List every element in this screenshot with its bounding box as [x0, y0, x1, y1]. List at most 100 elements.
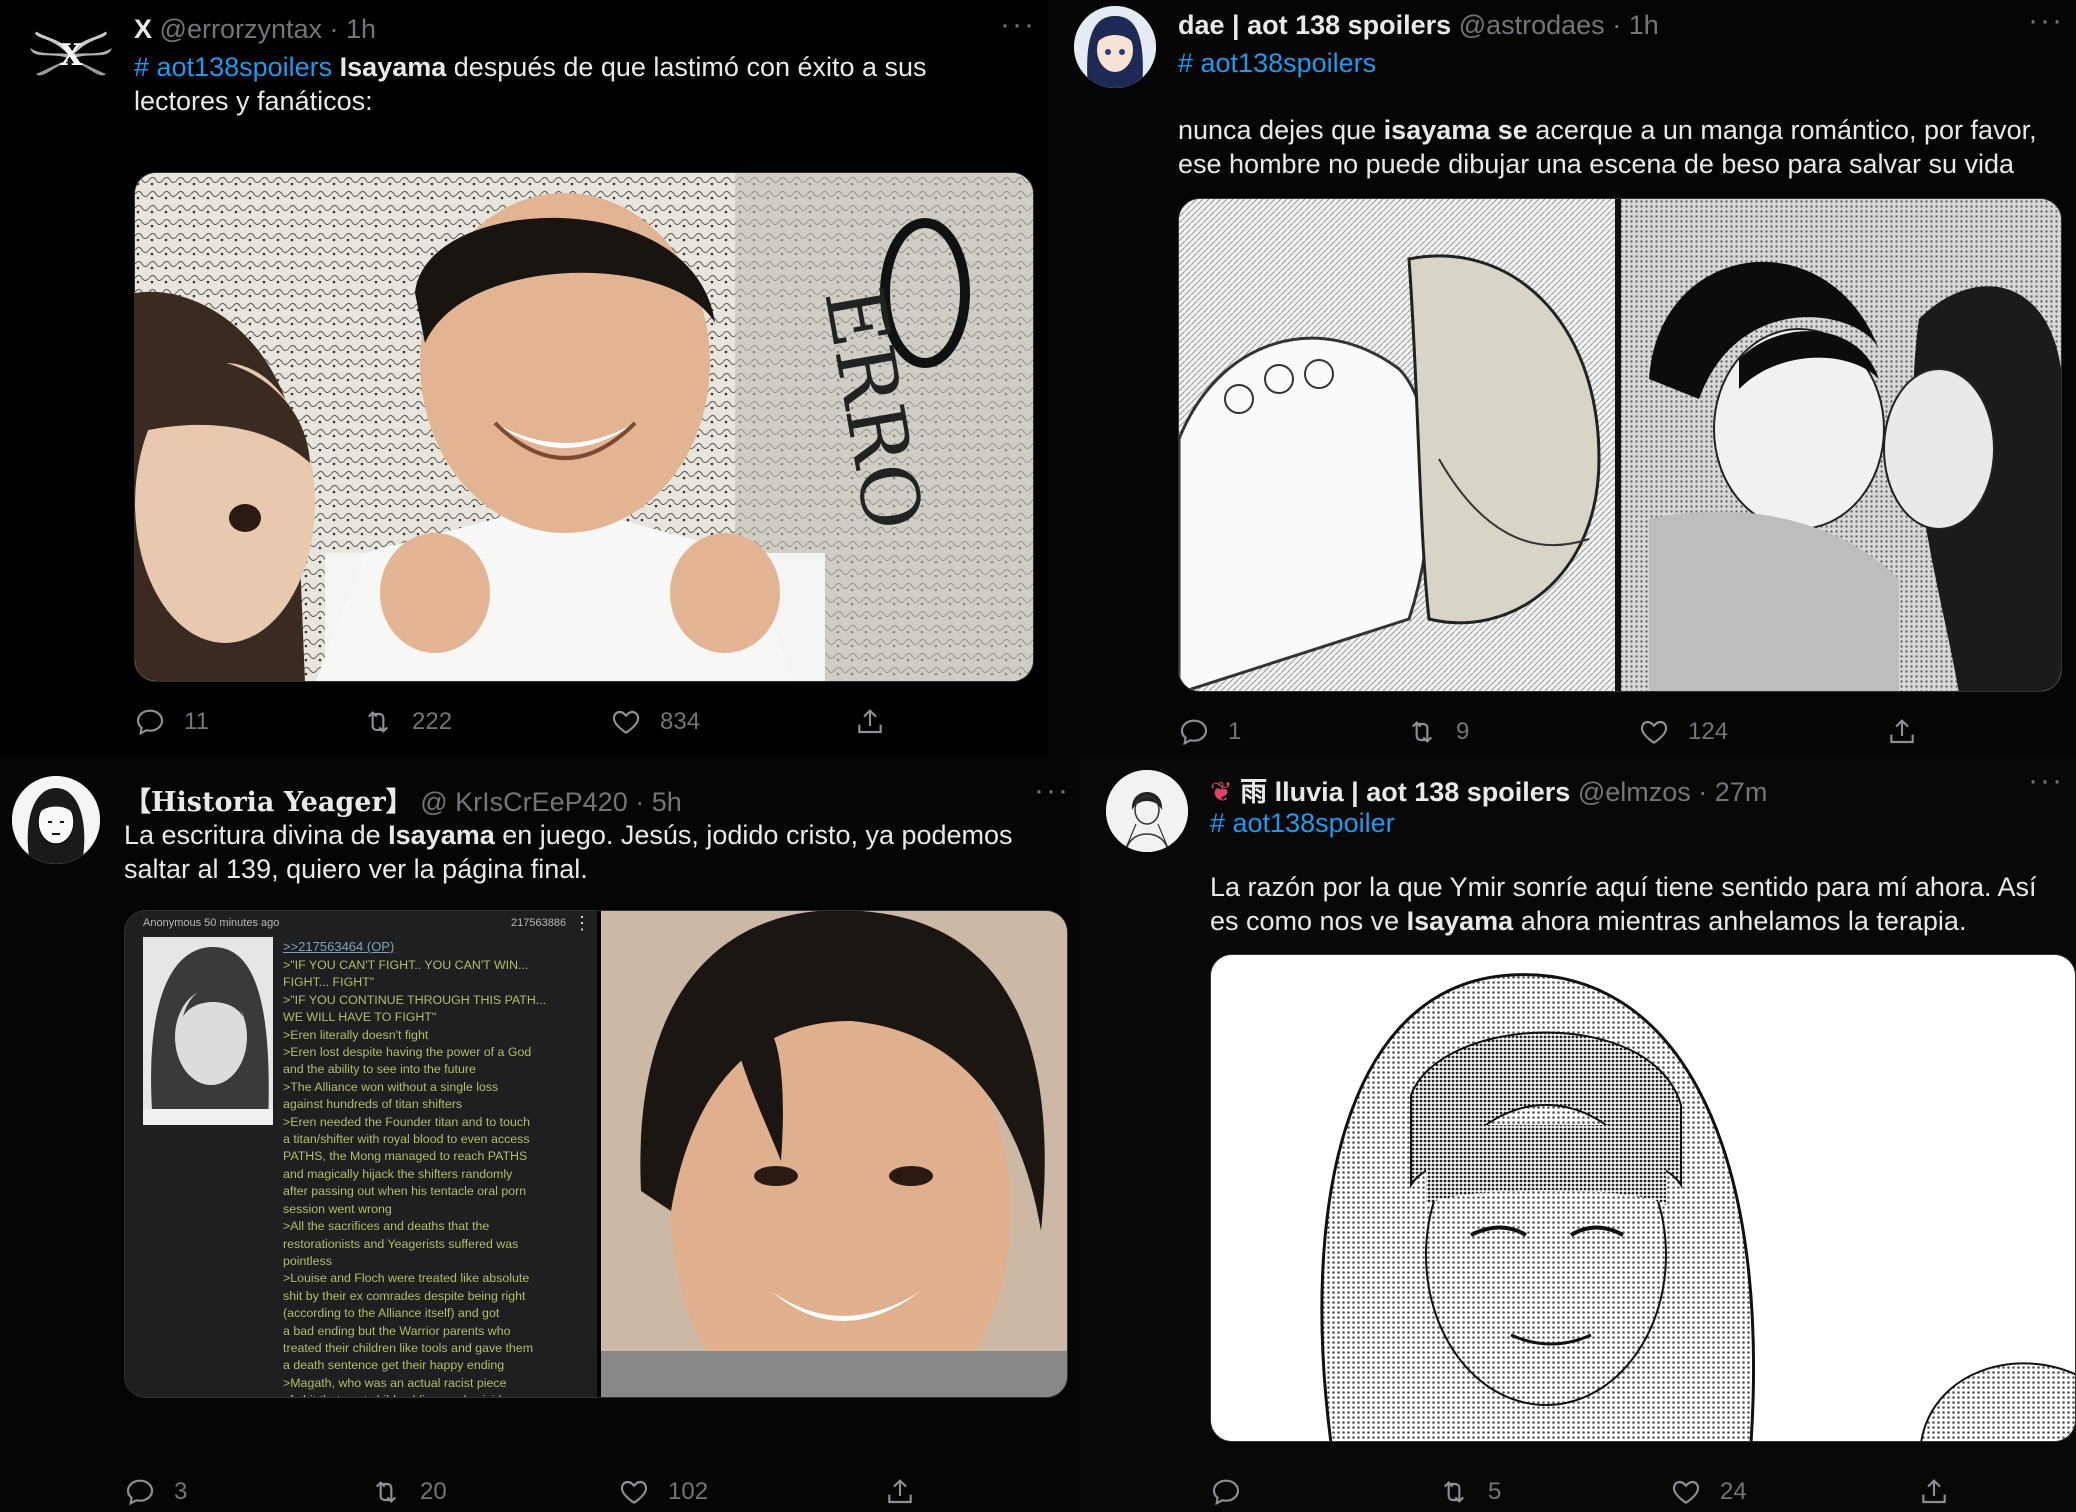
- tweet-text: ahora mientras anhelamos la terapia.: [1513, 906, 1967, 936]
- heart-icon: [1638, 716, 1670, 748]
- hashtag-link[interactable]: # aot138spoiler: [1210, 808, 1395, 838]
- post-line: >Eren literally doesn't fight: [283, 1027, 429, 1042]
- post-line: >"IF YOU CONTINUE THROUGH THIS PATH...: [283, 992, 547, 1007]
- post-line: restorationists and Yeagerists suffered …: [283, 1236, 519, 1251]
- user-handle[interactable]: @elmzos: [1578, 777, 1691, 807]
- post-line: (according to the Alliance itself) and g…: [283, 1306, 500, 1321]
- reply-count: 11: [184, 708, 209, 735]
- retweet-count: 222: [412, 708, 453, 735]
- post-line: >Eren lost despite having the power of a…: [283, 1045, 532, 1060]
- post-line: shit by their ex comrades despite being …: [283, 1288, 526, 1303]
- post-line: >"IF YOU CAN'T FIGHT.. YOU CAN'T WIN...: [283, 958, 529, 972]
- share-icon: [1886, 716, 1918, 748]
- more-options-icon[interactable]: ···: [2028, 4, 2064, 38]
- timestamp[interactable]: · 5h: [635, 787, 682, 817]
- tweet-text-bold: Isayama: [1406, 906, 1514, 936]
- tweet-1[interactable]: X X @errorzyntax · 1h ··· # aot138spoile…: [0, 0, 1048, 756]
- user-handle[interactable]: @ KrIsCrEeP420: [420, 787, 627, 817]
- heart-icon: [610, 706, 642, 738]
- heart-icon: [618, 1476, 650, 1508]
- forum-post-screenshot: Anonymous 50 minutes ago 217563886 >>217…: [125, 911, 597, 1397]
- display-name[interactable]: 【Historia Yeager】: [124, 787, 413, 818]
- display-name[interactable]: 雨 lluvia | aot 138 spoilers: [1240, 777, 1570, 807]
- manga-panels-illustration: [1179, 199, 2061, 691]
- hashtag-link[interactable]: # aot138spoilers: [134, 52, 332, 82]
- tweet-photo[interactable]: Anonymous 50 minutes ago 217563886 >>217…: [124, 910, 1068, 1398]
- post-body: >"IF YOU CAN'T FIGHT.. YOU CAN'T WIN... F…: [283, 957, 593, 1397]
- tweet-photo[interactable]: [1210, 954, 2076, 1442]
- like-button[interactable]: 102: [618, 1476, 708, 1508]
- sketch-girl-avatar-icon: [12, 776, 100, 864]
- manga-ymir-smile-illustration: [1211, 955, 2075, 1441]
- tweet-2[interactable]: dae | aot 138 spoilers @astrodaes · 1h ·…: [1048, 0, 2076, 756]
- like-button[interactable]: 834: [610, 706, 700, 738]
- reply-button[interactable]: 11: [134, 706, 209, 738]
- post-line: >Louise and Floch were treated like abso…: [283, 1271, 530, 1286]
- post-line: WE WILL HAVE TO FIGHT": [283, 1010, 437, 1025]
- timestamp[interactable]: · 1h: [330, 14, 377, 44]
- reply-icon: [124, 1476, 156, 1508]
- post-line: >Magath, who was an actual racist piece: [283, 1375, 507, 1390]
- retweet-icon: [370, 1476, 402, 1508]
- post-quote-link[interactable]: >>217563464 (OP): [283, 939, 394, 954]
- tweet-photo[interactable]: [1178, 198, 2062, 692]
- share-button[interactable]: [884, 1476, 916, 1508]
- wings-logo-icon: X: [30, 28, 112, 76]
- post-line: FIGHT... FIGHT": [283, 975, 375, 990]
- post-line: pointless: [283, 1253, 332, 1268]
- more-options-icon[interactable]: ···: [2028, 764, 2064, 798]
- share-button[interactable]: [1918, 1476, 1950, 1508]
- tweet-text-bold: Isayama: [388, 820, 495, 850]
- retweet-button[interactable]: 5: [1438, 1476, 1501, 1508]
- like-count: 834: [660, 708, 701, 735]
- retweet-icon: [362, 706, 394, 738]
- avatar[interactable]: X: [28, 14, 114, 100]
- tweet-4[interactable]: ❦ 雨 lluvia | aot 138 spoilers @elmzos · …: [1080, 756, 2076, 1512]
- user-handle[interactable]: @errorzyntax: [160, 14, 322, 44]
- display-name[interactable]: dae | aot 138 spoilers: [1178, 10, 1451, 40]
- avatar[interactable]: [12, 776, 100, 864]
- timestamp[interactable]: · 27m: [1698, 777, 1767, 807]
- tweet-text: La escritura divina de: [124, 820, 389, 850]
- photo-illustration: ERRO: [135, 173, 1033, 681]
- post-line: after passing out when his tentacle oral…: [283, 1184, 527, 1199]
- hashtag-link[interactable]: # aot138spoilers: [1178, 48, 1376, 78]
- reply-button[interactable]: 3: [124, 1476, 187, 1508]
- reply-button[interactable]: [1210, 1476, 1260, 1508]
- post-line: PATHS, the Mong managed to reach PATHS: [283, 1149, 528, 1164]
- smiling-man-photo: [601, 911, 1067, 1397]
- retweet-button[interactable]: 9: [1406, 716, 1469, 748]
- share-button[interactable]: [854, 706, 886, 738]
- heart-icon: [1670, 1476, 1702, 1508]
- display-name[interactable]: X: [134, 14, 152, 44]
- tweet-text-bold: isayama se: [1383, 115, 1528, 145]
- reply-button[interactable]: 1: [1178, 716, 1241, 748]
- avatar[interactable]: [1106, 770, 1188, 852]
- reply-icon: [1210, 1476, 1242, 1508]
- tweet-photo[interactable]: ERRO: [134, 172, 1034, 682]
- post-header: Anonymous 50 minutes ago: [143, 917, 280, 929]
- user-handle[interactable]: @astrodaes: [1459, 10, 1605, 40]
- avatar[interactable]: [1074, 6, 1156, 88]
- retweet-count: 5: [1488, 1478, 1502, 1505]
- post-line: a titan/shifter with royal blood to even…: [283, 1132, 530, 1147]
- retweet-button[interactable]: 222: [362, 706, 452, 738]
- more-options-icon[interactable]: ···: [1034, 774, 1070, 808]
- more-options-icon[interactable]: ···: [1000, 8, 1036, 42]
- sketch-boy-avatar-icon: [1106, 770, 1188, 852]
- svg-text:X: X: [59, 38, 83, 73]
- retweet-icon: [1438, 1476, 1470, 1508]
- reply-icon: [1178, 716, 1210, 748]
- post-line: session went wrong: [283, 1201, 392, 1216]
- like-button[interactable]: 124: [1638, 716, 1728, 748]
- share-icon: [1918, 1476, 1950, 1508]
- share-button[interactable]: [1886, 716, 1918, 748]
- timestamp[interactable]: · 1h: [1612, 10, 1659, 40]
- like-count: 124: [1688, 718, 1729, 745]
- tweet-3[interactable]: 【Historia Yeager】 @ KrIsCrEeP420 · 5h ··…: [0, 756, 1080, 1512]
- post-line: >All the sacrifices and deaths that the: [283, 1219, 490, 1234]
- post-line: and the ability to see into the future: [283, 1062, 476, 1077]
- like-button[interactable]: 24: [1670, 1476, 1747, 1508]
- retweet-button[interactable]: 20: [370, 1476, 447, 1508]
- more-options-icon[interactable]: ⋮: [573, 913, 591, 934]
